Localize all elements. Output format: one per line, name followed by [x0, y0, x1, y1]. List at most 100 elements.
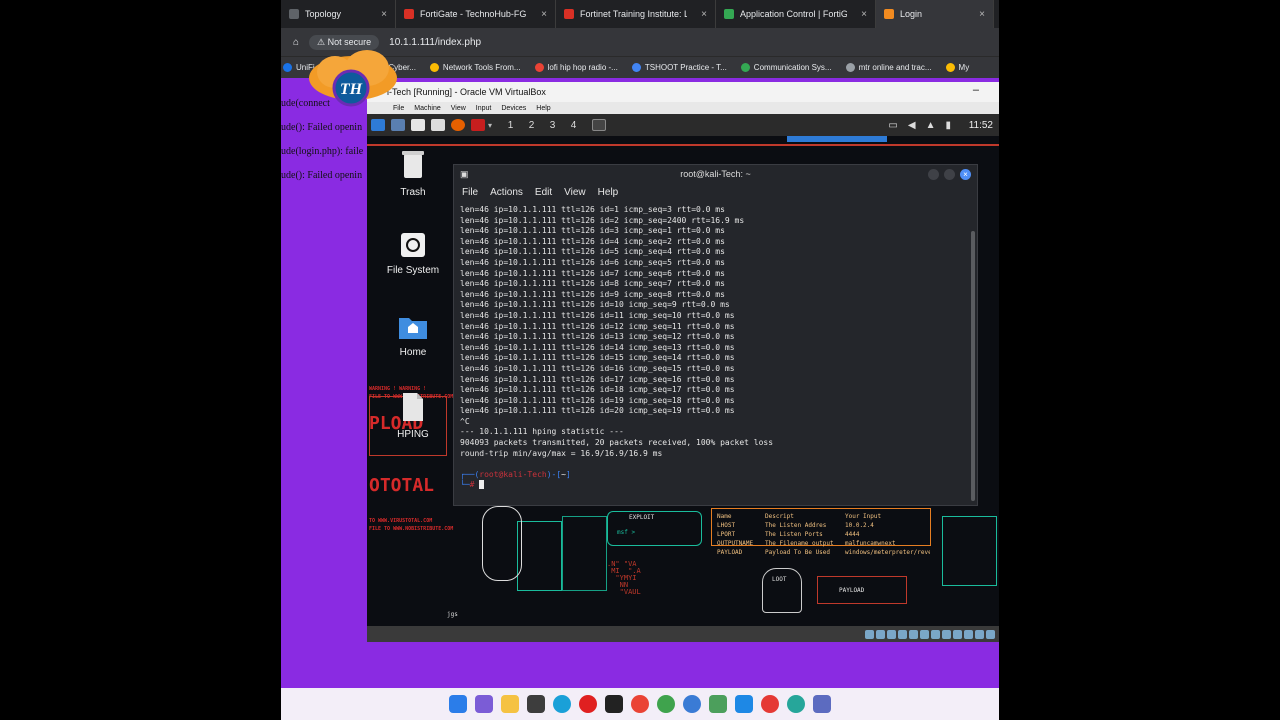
terminal-menu-file[interactable]: File [462, 187, 478, 198]
bookmark-item[interactable]: mtr online and trac... [845, 62, 932, 73]
kali-menu-icon[interactable] [371, 119, 385, 131]
vbox-status-icon[interactable] [876, 629, 885, 639]
volume-icon[interactable]: ◀ [908, 120, 916, 131]
vbox-menu-help[interactable]: Help [536, 105, 550, 112]
desktop-icon[interactable] [391, 119, 405, 131]
app-icon[interactable] [787, 695, 805, 713]
wallpaper-top-border [367, 136, 999, 146]
vbox-menu-machine[interactable]: Machine [414, 105, 440, 112]
browser-tab[interactable]: FortiGate - TechnoHub-FG × [396, 0, 556, 28]
tab-favicon-icon [564, 9, 574, 19]
clock: 11:52 [968, 119, 993, 131]
terminal-output[interactable]: len=46 ip=10.1.1.111 ttl=126 id=1 icmp_s… [460, 205, 965, 491]
close-tab-icon[interactable]: × [979, 9, 985, 20]
close-tab-icon[interactable]: × [541, 9, 547, 20]
vpn-icon[interactable] [683, 695, 701, 713]
desktop-home[interactable]: Home [373, 314, 453, 358]
bookmark-item[interactable]: TSHOOT Practice - T... [631, 63, 727, 73]
bookmark-item[interactable]: Communication Sys... [740, 63, 832, 73]
vbox-menu-devices[interactable]: Devices [501, 105, 526, 112]
terminal-window[interactable]: ▣ root@kali-Tech: ~ × File Actions Edit … [453, 164, 978, 506]
close-tab-icon[interactable]: × [861, 9, 867, 20]
workspace-2[interactable]: 2 [521, 120, 542, 131]
maximize-window-button[interactable] [944, 169, 955, 180]
vbox-status-icon[interactable] [865, 629, 874, 639]
battery-icon[interactable]: ▮ [945, 120, 951, 131]
terminal-menu-help[interactable]: Help [598, 187, 619, 198]
home-icon[interactable]: ⌂ [293, 37, 299, 48]
options-table-cell: OUTPUTNAME [717, 540, 754, 547]
file-manager-icon[interactable] [411, 119, 425, 131]
desktop-trash[interactable]: Trash [373, 150, 453, 198]
workspace-3[interactable]: 3 [542, 120, 563, 131]
tab-label: Topology [305, 9, 342, 19]
browser-tab[interactable]: Login × [876, 0, 994, 28]
terminal-input-line[interactable]: └─# [460, 480, 965, 491]
notes-icon[interactable] [735, 695, 753, 713]
windows-start-icon[interactable] [449, 695, 467, 713]
close-tab-icon[interactable]: × [701, 9, 707, 20]
terminal-menu-view[interactable]: View [564, 187, 586, 198]
display-icon[interactable]: ▭ [888, 120, 897, 131]
taskbar-terminal-icon[interactable] [592, 119, 607, 131]
vbox-status-icon[interactable] [975, 629, 984, 639]
close-tab-icon[interactable]: × [381, 9, 387, 20]
terminal-launcher-icon[interactable] [471, 119, 485, 131]
network-tool-icon[interactable] [709, 695, 727, 713]
wallpaper-text: FILE TO WWW.NOBISTRIBUTE.COM [369, 526, 454, 532]
vbox-status-icon[interactable] [887, 629, 896, 639]
browser-tab[interactable]: Topology × [281, 0, 396, 28]
bookmark-label: mtr online and trac... [858, 62, 932, 72]
terminal-menu-actions[interactable]: Actions [490, 187, 523, 198]
vbox-status-icon[interactable] [986, 629, 995, 639]
file-explorer-icon[interactable] [501, 695, 519, 713]
bookmark-favicon-icon [945, 63, 955, 73]
vbox-menu-input[interactable]: Input [476, 105, 492, 112]
virtualbox-title: i-Tech [Running] - Oracle VM VirtualBox [387, 87, 546, 97]
vbox-status-icon[interactable] [909, 629, 918, 639]
bookmark-item[interactable]: Network Tools From... [429, 63, 521, 73]
browser-tab[interactable]: Fortinet Training Institute: Log × [556, 0, 716, 28]
wallpaper-blue-strip [787, 136, 887, 142]
vbox-status-icon[interactable] [964, 629, 973, 639]
chevron-down-icon[interactable]: ▾ [488, 121, 492, 130]
vbox-status-icon[interactable] [953, 629, 962, 639]
copilot-icon[interactable] [475, 695, 493, 713]
filesystem-icon [401, 233, 425, 257]
desktop-hping[interactable]: HPING [373, 392, 453, 440]
bookmark-item[interactable]: lofi hip hop radio -... [534, 63, 618, 73]
greenshot-icon[interactable] [657, 695, 675, 713]
browser-tab[interactable]: Application Control | FortiGuard × [716, 0, 876, 28]
edge-icon[interactable] [553, 695, 571, 713]
terminal-line: len=46 ip=10.1.1.111 ttl=126 id=3 icmp_s… [460, 226, 725, 236]
firefox-icon[interactable] [451, 119, 465, 131]
vbox-status-icon[interactable] [920, 629, 929, 639]
wallpaper-text: TO WWW.VIRUSTOTAL.COM [369, 518, 433, 524]
minimize-window-button[interactable] [928, 169, 939, 180]
vbox-status-icon[interactable] [898, 629, 907, 639]
desktop-filesystem[interactable]: File System [373, 232, 453, 276]
opera-icon[interactable] [579, 695, 597, 713]
store-icon[interactable] [527, 695, 545, 713]
terminal-scrollbar[interactable] [971, 231, 975, 501]
workspace-1[interactable]: 1 [500, 120, 521, 131]
terminal-titlebar: ▣ root@kali-Tech: ~ × [454, 165, 977, 183]
minimize-button[interactable]: – [973, 84, 979, 96]
workspace-4[interactable]: 4 [563, 120, 584, 131]
virtualbox-taskbar-icon[interactable] [813, 695, 831, 713]
vbox-status-icon[interactable] [931, 629, 940, 639]
terminal-line: len=46 ip=10.1.1.111 ttl=126 id=16 icmp_… [460, 363, 735, 373]
record-icon[interactable] [761, 695, 779, 713]
notification-bell-icon[interactable]: ▲ [926, 120, 936, 131]
vbox-status-icon[interactable] [942, 629, 951, 639]
chrome-icon[interactable] [631, 695, 649, 713]
terminal-menu-edit[interactable]: Edit [535, 187, 552, 198]
terminal-app-taskbar-icon[interactable] [605, 695, 623, 713]
vbox-menu-view[interactable]: View [451, 105, 466, 112]
close-window-button[interactable]: × [960, 169, 971, 180]
url-text[interactable]: 10.1.1.111/index.php [389, 37, 481, 48]
text-editor-icon[interactable] [431, 119, 445, 131]
bookmark-item[interactable]: My [945, 63, 969, 73]
terminal-line: len=46 ip=10.1.1.111 ttl=126 id=17 icmp_… [460, 374, 735, 384]
terminal-prompt: ┌──(root@kali-Tech)-[~] [460, 469, 571, 479]
